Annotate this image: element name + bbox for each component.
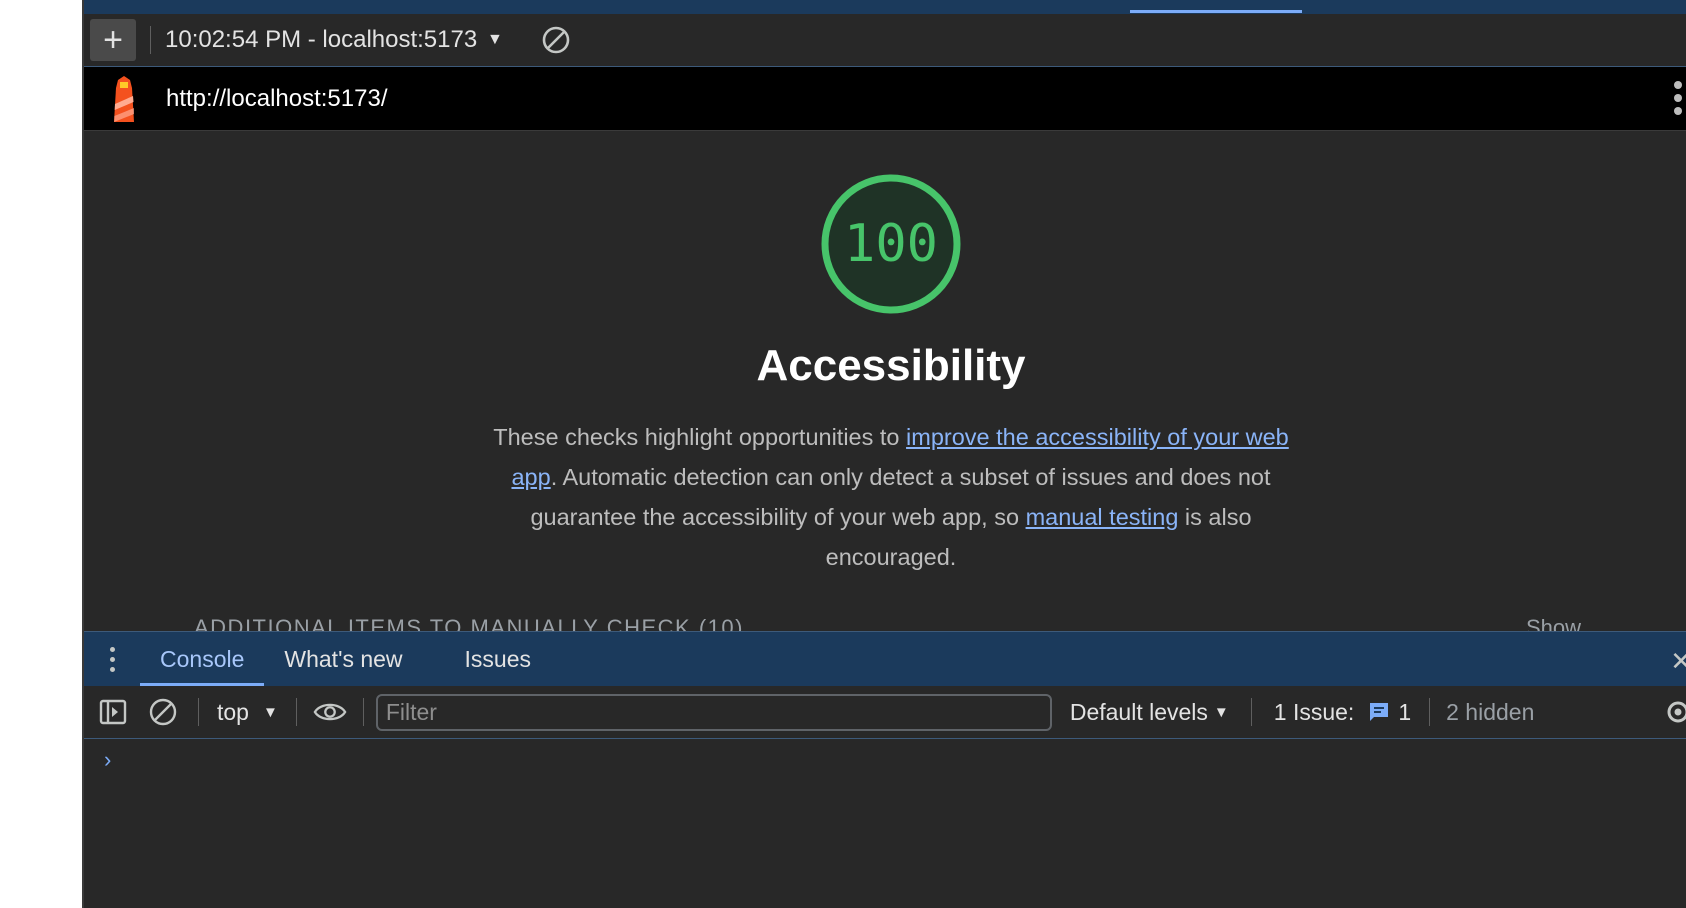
live-expression-button[interactable] [313, 695, 347, 729]
chevron-down-icon: ▼ [487, 31, 503, 48]
toolbar-divider [295, 698, 297, 726]
menu-dot [1674, 107, 1682, 115]
report-url-bar: http://localhost:5173/ [84, 67, 1686, 131]
message-icon [1370, 703, 1389, 721]
issues-count: 1 [1398, 698, 1412, 725]
devtools-tab-strip [84, 0, 1686, 14]
issues-counter[interactable]: 1 Issue: 1 [1274, 699, 1411, 726]
score-value: 100 [844, 214, 938, 274]
log-levels-label: Default levels [1069, 698, 1208, 725]
gear-icon [1667, 701, 1686, 723]
console-filter-input[interactable] [375, 693, 1052, 731]
lighthouse-toolbar: + 10:02:54 PM - localhost:5173 ▼ [84, 14, 1686, 67]
menu-dot [109, 656, 115, 662]
category-description: These checks highlight opportunities to … [484, 417, 1298, 577]
report-body: 100 Accessibility These checks highlight… [84, 131, 1686, 631]
toolbar-divider [198, 698, 199, 726]
report-selector[interactable]: 10:02:54 PM - localhost:5173 ▼ [165, 26, 511, 54]
report-selector-label: 10:02:54 PM - localhost:5173 [165, 26, 478, 53]
toolbar-divider [1250, 698, 1252, 726]
category-title: Accessibility [756, 341, 1026, 390]
toolbar-divider [150, 26, 151, 54]
clear-icon [542, 26, 570, 54]
report-url[interactable]: http://localhost:5173/ [166, 85, 387, 113]
context-label: top [217, 698, 249, 725]
chevron-down-icon: ▼ [1213, 703, 1229, 721]
toolbar-divider [1429, 698, 1431, 726]
menu-dot [1674, 94, 1682, 102]
clear-icon [149, 698, 177, 726]
chevron-down-icon: ▼ [262, 703, 278, 721]
manual-items-header[interactable]: ADDITIONAL ITEMS TO MANUALLY CHECK (10) … [194, 615, 1594, 631]
drawer-menu-button[interactable] [84, 632, 140, 686]
sidebar-toggle-button[interactable] [96, 695, 130, 729]
clear-reports-button[interactable] [539, 23, 573, 57]
clear-console-button[interactable] [146, 695, 180, 729]
console-settings-button[interactable] [1662, 696, 1686, 733]
manual-testing-link[interactable]: manual testing [1026, 504, 1179, 530]
description-text: These checks highlight opportunities to [493, 424, 907, 450]
show-toggle[interactable]: Show [1526, 615, 1581, 631]
menu-dot [1674, 81, 1682, 89]
devtools-panel: + 10:02:54 PM - localhost:5173 ▼ http://… [82, 0, 1686, 908]
report-menu-button[interactable] [1670, 81, 1686, 115]
tab-console[interactable]: Console [140, 632, 265, 686]
score-gauge[interactable]: 100 [818, 171, 964, 317]
active-tab-indicator [1130, 10, 1302, 13]
tab-issues[interactable]: Issues [445, 632, 551, 686]
toolbar-divider [362, 698, 364, 726]
menu-dot [109, 646, 115, 652]
sidebar-icon [99, 699, 127, 725]
console-toolbar: top ▼ Default levels ▼ 1 Issue: 1 [84, 686, 1686, 739]
close-drawer-button[interactable]: ✕ [1670, 646, 1686, 677]
context-selector[interactable]: top ▼ [217, 699, 278, 726]
eye-icon [313, 703, 347, 721]
tab-whats-new[interactable]: What's new [264, 632, 422, 686]
console-prompt-icon: › [104, 747, 112, 772]
log-levels-dropdown[interactable]: Default levels ▼ [1070, 699, 1229, 726]
manual-items-label: ADDITIONAL ITEMS TO MANUALLY CHECK (10) [194, 615, 744, 631]
drawer-tabbar: Console What's new Issues ✕ [84, 631, 1686, 686]
menu-dot [109, 666, 115, 672]
lighthouse-logo-icon [114, 75, 134, 122]
hidden-messages-count: 2 hidden [1446, 698, 1535, 725]
issues-label: 1 Issue: [1273, 698, 1355, 725]
new-report-button[interactable]: + [90, 19, 136, 61]
console-output[interactable]: › [84, 739, 1686, 908]
